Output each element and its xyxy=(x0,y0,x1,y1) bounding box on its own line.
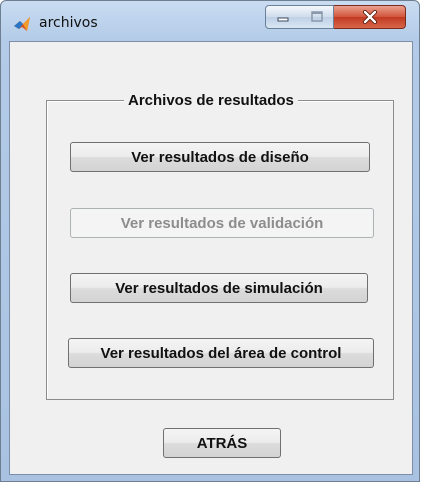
window-title: archivos xyxy=(39,15,98,31)
minimize-icon xyxy=(277,17,289,22)
back-button[interactable]: ATRÁS xyxy=(163,428,281,458)
close-icon xyxy=(362,10,377,24)
panel-title: Archivos de resultados xyxy=(124,92,298,109)
app-window: archivos Archivos de resultados Ver resu… xyxy=(0,0,420,482)
view-simulation-results-button[interactable]: Ver resultados de simulación xyxy=(70,273,368,303)
view-control-area-results-button[interactable]: Ver resultados del área de control xyxy=(68,338,374,368)
close-button[interactable] xyxy=(334,5,406,29)
minimize-button[interactable] xyxy=(265,5,301,29)
maximize-icon xyxy=(310,11,323,22)
title-bar[interactable]: archivos xyxy=(1,1,419,41)
view-validation-results-button: Ver resultados de validación xyxy=(70,208,374,238)
view-design-results-button[interactable]: Ver resultados de diseño xyxy=(70,142,370,172)
dialog-body: Archivos de resultados Ver resultados de… xyxy=(9,41,413,475)
matlab-icon xyxy=(14,17,30,31)
maximize-button[interactable] xyxy=(300,5,334,29)
